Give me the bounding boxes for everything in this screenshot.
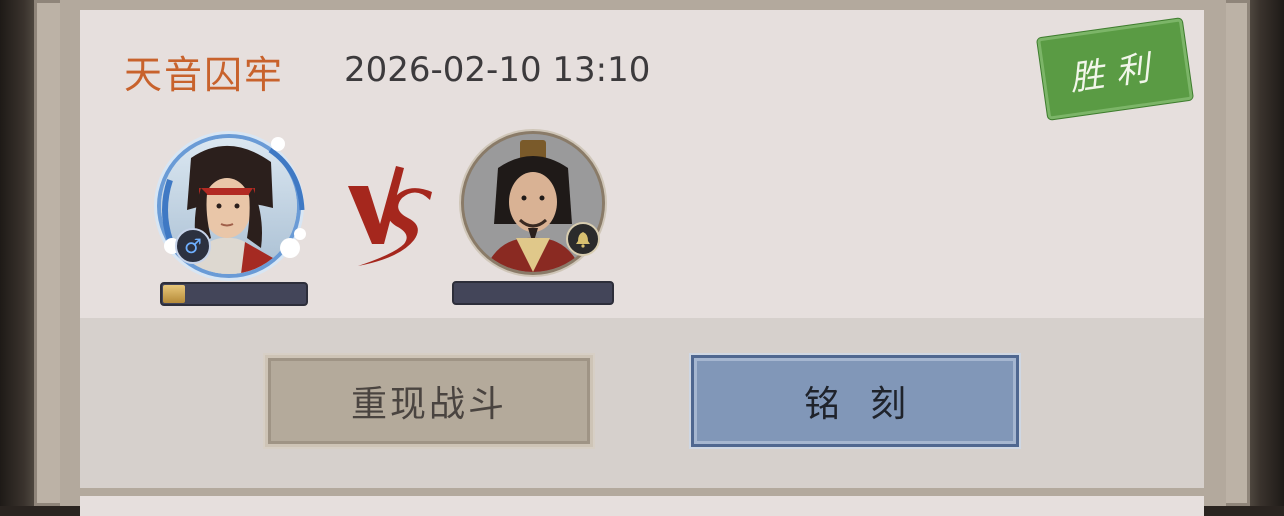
opponent-progress-bar — [452, 281, 614, 305]
background-right — [1244, 0, 1284, 506]
next-battle-card — [80, 496, 1204, 516]
versus-emblem — [348, 166, 432, 266]
replay-battle-button[interactable]: 重现战斗 — [265, 355, 593, 447]
victory-stamp: 胜利 — [1037, 18, 1193, 120]
victory-stamp-text: 胜利 — [1067, 46, 1164, 99]
battle-mode-title: 天音囚牢 — [124, 53, 285, 97]
male-gender-icon: ♂ — [175, 228, 211, 264]
battle-summary: 天音囚牢 2026-02-10 13:10 胜利 ♂ — [80, 10, 1204, 318]
player-progress-bar — [160, 282, 308, 306]
battle-timestamp: 2026-02-10 13:10 — [344, 50, 651, 90]
wave-frame-decoration — [162, 137, 306, 258]
player-progress-fill — [163, 285, 185, 303]
battle-record-card: 天音囚牢 2026-02-10 13:10 胜利 ♂ 重现战斗 铭刻 — [80, 10, 1204, 488]
engrave-button[interactable]: 铭刻 — [691, 355, 1019, 447]
bell-icon — [566, 222, 600, 256]
